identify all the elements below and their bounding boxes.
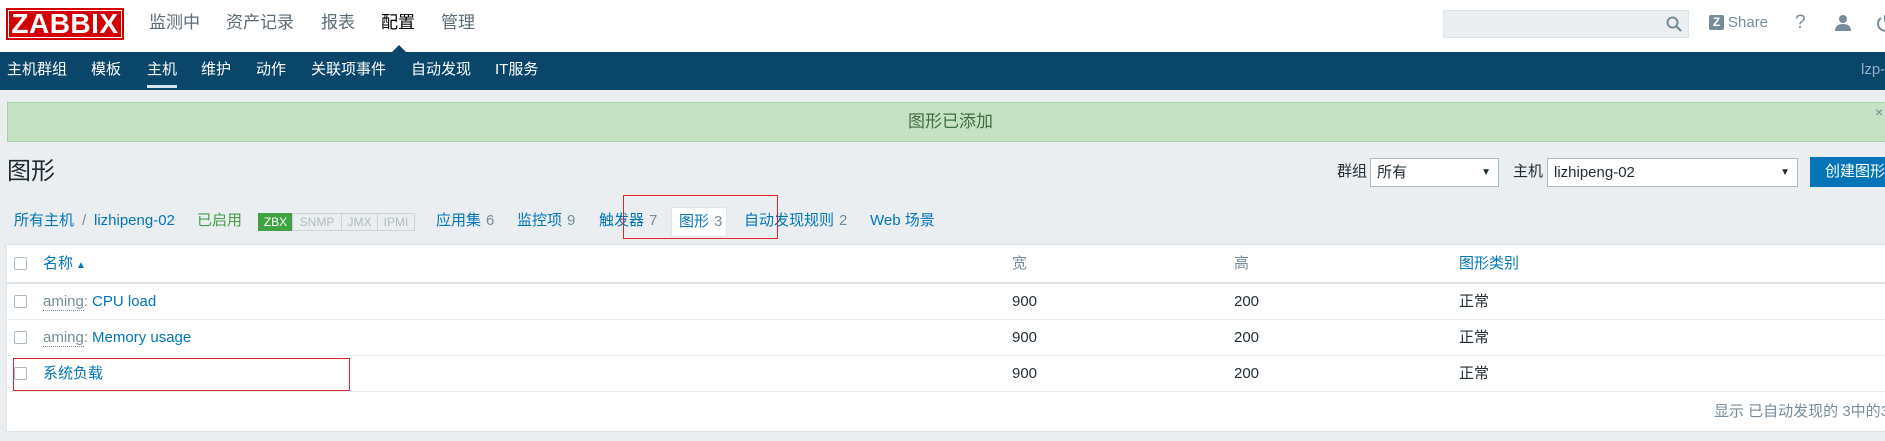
graph-height-cell: 200 <box>1234 365 1260 382</box>
interface-badge-jmx: JMX <box>341 213 378 231</box>
template-link[interactable]: aming <box>43 329 84 347</box>
graph-name-cell: aming: Memory usage <box>43 320 191 356</box>
tab-label: 监控项 <box>517 212 563 229</box>
row-checkbox[interactable] <box>14 331 27 344</box>
top-menu-reports[interactable]: 报表 <box>321 12 355 34</box>
table-row: aming: Memory usage 900 200 正常 <box>7 320 1885 356</box>
host-filter-label: 主机 <box>1513 163 1544 180</box>
current-user-label[interactable]: lzp- <box>1861 60 1885 80</box>
graph-width-cell: 900 <box>1012 365 1038 382</box>
top-menu-administration[interactable]: 管理 <box>441 12 475 34</box>
subnav-item-host-groups[interactable]: 主机群组 <box>7 60 67 80</box>
tab-count: 9 <box>567 212 576 229</box>
zabbix-share-icon[interactable]: Z <box>1709 15 1724 30</box>
subnav-item-actions[interactable]: 动作 <box>256 60 286 80</box>
column-header-graph-type[interactable]: 图形类别 <box>1459 245 1519 282</box>
share-link[interactable]: Share <box>1728 13 1768 33</box>
search-icon[interactable] <box>1666 16 1682 32</box>
active-menu-pointer <box>392 45 406 52</box>
graph-width-cell: 900 <box>1012 293 1038 310</box>
group-select-value: 所有 <box>1377 164 1408 181</box>
column-header-width: 宽 <box>1012 255 1028 272</box>
graph-name-cell: aming: CPU load <box>43 284 156 320</box>
tab-items[interactable]: 监控项 9 <box>517 211 575 231</box>
graphs-table: 名称 ▲ 宽 高 图形类别 aming: CPU load 900 200 正常 a… <box>6 244 1885 432</box>
graph-height-cell: 200 <box>1234 329 1260 346</box>
interface-badge-snmp: SNMP <box>292 213 342 231</box>
zabbix-logo[interactable]: ZABBIX <box>6 8 124 40</box>
logo-text: ZABBIX <box>11 8 119 39</box>
top-menu-inventory[interactable]: 资产记录 <box>226 12 294 34</box>
annotation-box-new-graph <box>13 358 350 391</box>
tab-count: 2 <box>839 212 848 229</box>
graph-name-link[interactable]: Memory usage <box>92 329 191 346</box>
subnav-item-it-services[interactable]: IT服务 <box>495 60 538 80</box>
host-status[interactable]: 已启用 <box>197 211 242 231</box>
graph-type-cell: 正常 <box>1459 365 1490 382</box>
graph-name-link[interactable]: CPU load <box>92 293 156 310</box>
help-icon[interactable]: ? <box>1795 11 1806 35</box>
row-checkbox[interactable] <box>14 295 27 308</box>
group-select[interactable]: 所有 ▼ <box>1370 158 1499 187</box>
tab-label: 应用集 <box>436 212 482 229</box>
interface-badge-zbx: ZBX <box>258 213 293 231</box>
table-header: 名称 ▲ 宽 高 图形类别 <box>7 245 1885 284</box>
column-label: 名称 <box>43 255 74 272</box>
page-title: 图形 <box>7 158 55 185</box>
success-message: 图形已添加 <box>7 102 1885 142</box>
user-icon[interactable] <box>1834 14 1852 32</box>
subnav-item-maintenance[interactable]: 维护 <box>201 60 231 80</box>
power-icon <box>1877 15 1885 32</box>
tab-count: 6 <box>486 212 495 229</box>
host-select-value: lizhipeng-02 <box>1554 164 1635 181</box>
top-header: ZABBIX 监测中 资产记录 报表 配置 管理 Z Share ? <box>0 0 1885 52</box>
select-all-checkbox[interactable] <box>14 257 27 270</box>
subnav-item-hosts[interactable]: 主机 <box>147 60 177 80</box>
annotation-box-graphs-tab <box>623 195 778 239</box>
chevron-down-icon: ▼ <box>1780 167 1790 178</box>
subnav-active-underline <box>147 85 177 88</box>
template-separator: : <box>83 293 89 310</box>
table-footer-count: 显示 已自动发现的 3中的3 <box>1714 403 1885 420</box>
tab-applications[interactable]: 应用集 6 <box>436 211 494 231</box>
sort-ascending-icon: ▲ <box>76 260 86 271</box>
close-icon[interactable]: × <box>1875 105 1885 119</box>
group-filter-label: 群组 <box>1337 163 1368 180</box>
top-menu-monitoring[interactable]: 监测中 <box>149 12 200 34</box>
tab-label: Web 场景 <box>870 212 935 229</box>
host-select[interactable]: lizhipeng-02 ▼ <box>1547 158 1798 187</box>
graph-width-cell: 900 <box>1012 329 1038 346</box>
subnav-item-discovery[interactable]: 自动发现 <box>411 60 471 80</box>
subnav-item-correlation[interactable]: 关联项事件 <box>311 60 386 80</box>
graph-type-cell: 正常 <box>1459 329 1490 346</box>
interface-badge-ipmi: IPMI <box>377 213 415 231</box>
template-separator: : <box>83 329 89 346</box>
column-header-name[interactable]: 名称 ▲ <box>43 245 86 284</box>
graph-height-cell: 200 <box>1234 293 1260 310</box>
logout-button[interactable] <box>1876 14 1885 32</box>
create-graph-button[interactable]: 创建图形 <box>1810 157 1885 187</box>
breadcrumb-host[interactable]: lizhipeng-02 <box>94 211 175 231</box>
top-menu-configuration[interactable]: 配置 <box>381 12 415 34</box>
subnav-item-templates[interactable]: 模板 <box>91 60 121 80</box>
graph-type-cell: 正常 <box>1459 293 1490 310</box>
chevron-down-icon: ▼ <box>1481 167 1491 178</box>
column-header-height: 高 <box>1234 255 1250 272</box>
table-row: aming: CPU load 900 200 正常 <box>7 284 1885 320</box>
search-input[interactable] <box>1444 11 1666 37</box>
tab-web-scenarios[interactable]: Web 场景 <box>870 211 935 231</box>
search-box[interactable] <box>1443 10 1689 38</box>
template-link[interactable]: aming <box>43 293 84 311</box>
sub-navigation: 主机群组 模板 主机 维护 动作 关联项事件 自动发现 IT服务 lzp- <box>0 52 1885 90</box>
breadcrumb-separator: / <box>82 212 87 229</box>
breadcrumb-all-hosts[interactable]: 所有主机 <box>14 211 74 231</box>
